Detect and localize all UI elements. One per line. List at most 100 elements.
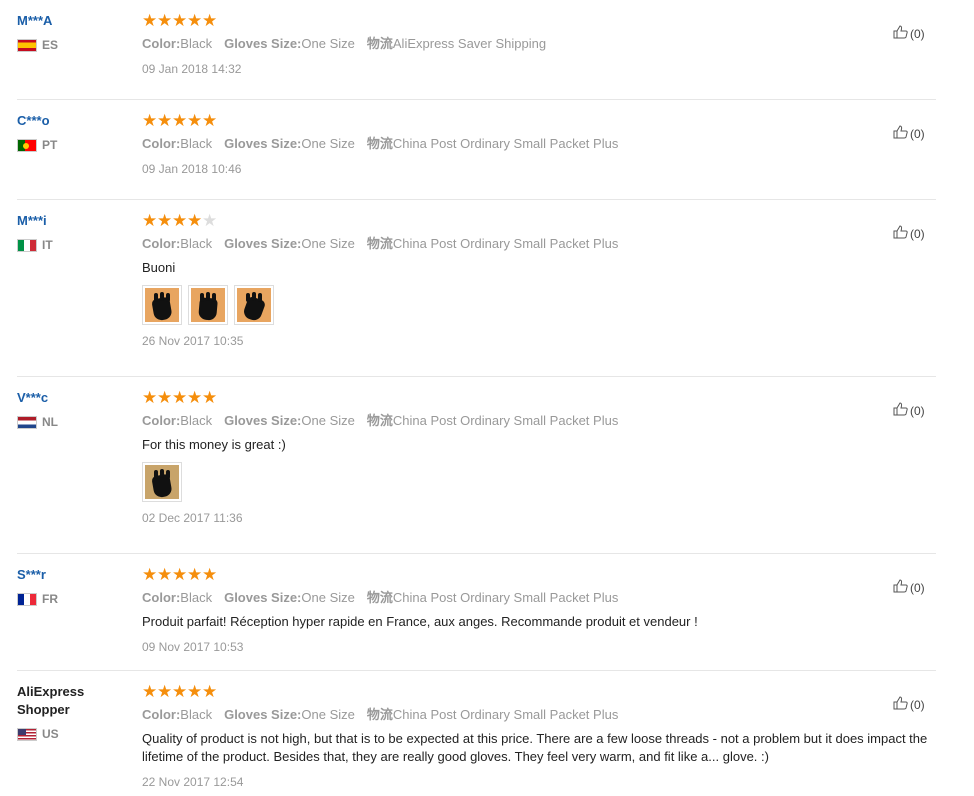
helpful-button[interactable]: (0) [893, 402, 925, 419]
logistics-label: 物流 [366, 236, 393, 251]
star-icon: ★ [142, 11, 158, 30]
reviewer-info: C***o PT [17, 112, 132, 152]
review-date: 26 Nov 2017 10:35 [142, 334, 244, 348]
helpful-button[interactable]: (0) [893, 125, 925, 142]
country-code: ES [42, 38, 59, 52]
size-value: One Size [301, 136, 355, 151]
review-body: ★ ★ ★ ★ ★ Color:Black Gloves Size:One Size 物流Ch… [142, 683, 937, 790]
star-icon: ★ [187, 388, 203, 407]
star-icon: ★ [142, 211, 158, 230]
helpful-count: (0) [910, 26, 925, 41]
nl-flag-icon [17, 415, 37, 429]
color-label: Color: [142, 413, 181, 428]
helpful-button[interactable]: (0) [893, 696, 925, 713]
star-icon: ★ [172, 682, 188, 701]
glove-photo [145, 465, 179, 499]
review-photo-thumbnail[interactable] [142, 285, 182, 325]
shipping-value: China Post Ordinary Small Packet Plus [392, 707, 619, 722]
size-value: One Size [301, 236, 355, 251]
review-date: 09 Jan 2018 14:32 [142, 62, 242, 76]
color-value: Black [180, 36, 213, 51]
reviewer-info: AliExpress Shopper US [17, 683, 132, 741]
review-divider [17, 553, 936, 554]
order-attributes: Color:Black Gloves Size:One Size 物流China P… [142, 135, 937, 153]
review-body: ★ ★ ★ ★ ★ Color:Black Gloves Size:One Size 物流Ch… [142, 566, 937, 655]
review-photos [142, 285, 937, 325]
review-date: 09 Jan 2018 10:46 [142, 162, 242, 176]
review-divider [17, 99, 936, 100]
size-label: Gloves Size: [224, 707, 302, 722]
us-flag-icon [17, 727, 37, 741]
reviewer-name[interactable]: M***i [17, 212, 132, 230]
reviewer-country: PT [17, 138, 132, 152]
color-label: Color: [142, 36, 181, 51]
star-icon: ★ [142, 388, 158, 407]
size-label: Gloves Size: [224, 236, 302, 251]
thumbs-up-icon [893, 25, 910, 42]
star-rating: ★ ★ ★ ★ ★ [142, 212, 937, 230]
star-icon: ★ [187, 11, 203, 30]
country-code: FR [42, 592, 58, 606]
review-item: AliExpress Shopper US ★ ★ ★ ★ ★ Color:Black Glov… [0, 683, 974, 796]
review-item: V***c NL ★ ★ ★ ★ ★ Color:Black Gloves Size:One S… [0, 389, 974, 554]
color-value: Black [180, 136, 213, 151]
shipping-value: China Post Ordinary Small Packet Plus [392, 413, 619, 428]
thumbs-up-icon [893, 579, 910, 596]
thumbs-up-icon [893, 402, 910, 419]
star-rating: ★ ★ ★ ★ ★ [142, 112, 937, 130]
size-value: One Size [301, 707, 355, 722]
helpful-count: (0) [910, 226, 925, 241]
review-photos [142, 462, 937, 502]
review-photo-thumbnail[interactable] [234, 285, 274, 325]
star-icon: ★ [142, 682, 158, 701]
size-label: Gloves Size: [224, 36, 302, 51]
review-date: 02 Dec 2017 11:36 [142, 511, 243, 525]
review-photo-thumbnail[interactable] [142, 462, 182, 502]
star-icon: ★ [202, 565, 218, 584]
reviewer-name[interactable]: S***r [17, 566, 132, 584]
star-icon: ★ [157, 211, 173, 230]
review-body: ★ ★ ★ ★ ★ Color:Black Gloves Size:One Size 物流Ch… [142, 112, 937, 177]
reviewer-country: ES [17, 38, 132, 52]
star-rating: ★ ★ ★ ★ ★ [142, 389, 937, 407]
star-icon: ★ [157, 682, 173, 701]
country-code: IT [42, 238, 53, 252]
star-icon: ★ [202, 388, 218, 407]
color-value: Black [180, 590, 213, 605]
logistics-label: 物流 [366, 590, 393, 605]
country-code: US [42, 727, 59, 741]
color-label: Color: [142, 236, 181, 251]
review-photo-thumbnail[interactable] [188, 285, 228, 325]
star-icon: ★ [172, 565, 188, 584]
size-value: One Size [301, 590, 355, 605]
review-divider [17, 376, 936, 377]
reviewer-name[interactable]: V***c [17, 389, 132, 407]
star-icon: ★ [157, 111, 173, 130]
star-icon: ★ [142, 111, 158, 130]
order-attributes: Color:Black Gloves Size:One Size 物流AliExpr… [142, 35, 937, 53]
helpful-button[interactable]: (0) [893, 579, 925, 596]
reviewer-country: US [17, 727, 132, 741]
reviewer-info: M***i IT [17, 212, 132, 252]
glove-photo [237, 288, 271, 322]
reviewer-name[interactable]: M***A [17, 12, 132, 30]
reviewer-name[interactable]: C***o [17, 112, 132, 130]
review-date: 09 Nov 2017 10:53 [142, 640, 244, 654]
reviewer-info: S***r FR [17, 566, 132, 606]
star-icon: ★ [202, 111, 218, 130]
helpful-button[interactable]: (0) [893, 25, 925, 42]
logistics-label: 物流 [366, 36, 393, 51]
size-label: Gloves Size: [224, 413, 302, 428]
helpful-button[interactable]: (0) [893, 225, 925, 242]
star-icon: ★ [202, 682, 218, 701]
review-text: Quality of product is not high, but that… [142, 731, 928, 764]
star-icon: ★ [157, 11, 173, 30]
helpful-count: (0) [910, 580, 925, 595]
shipping-value: AliExpress Saver Shipping [392, 36, 547, 51]
star-icon: ★ [187, 682, 203, 701]
helpful-count: (0) [910, 697, 925, 712]
review-divider [17, 670, 936, 671]
es-flag-icon [17, 38, 37, 52]
order-attributes: Color:Black Gloves Size:One Size 物流China P… [142, 235, 937, 253]
order-attributes: Color:Black Gloves Size:One Size 物流China P… [142, 589, 937, 607]
